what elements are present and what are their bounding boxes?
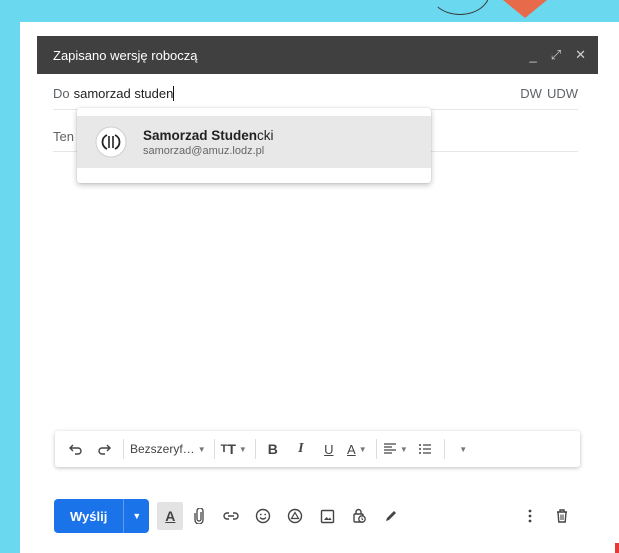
compose-titlebar: Zapisano wersję roboczą _ ⤢ ✕	[37, 36, 598, 74]
bcc-link[interactable]: UDW	[547, 86, 578, 101]
font-size-icon[interactable]: T T ▼	[221, 437, 247, 461]
send-options-chevron-icon[interactable]: ▼	[123, 499, 149, 533]
redo-icon[interactable]	[93, 437, 115, 461]
toolbar-separator	[375, 439, 377, 459]
suggestion-name: Samorzad Studencki	[143, 127, 274, 143]
recipient-input-value: samorzad studen	[73, 86, 174, 101]
contact-avatar-icon	[95, 126, 127, 158]
send-button[interactable]: Wyślij	[54, 499, 123, 533]
background-decoration	[0, 0, 619, 22]
suggestion-email: samorzad@amuz.lodz.pl	[143, 144, 265, 157]
decorative-red-mark	[615, 543, 619, 553]
font-family-select[interactable]: Bezszeryf… ▼	[130, 437, 206, 461]
autocomplete-dropdown: Samorzad Studencki samorzad@amuz.lodz.pl	[77, 108, 431, 183]
chevron-down-icon: ▼	[197, 444, 206, 454]
chevron-down-icon: ▼	[238, 444, 247, 454]
insert-link-icon[interactable]	[215, 502, 247, 530]
text-caret	[173, 86, 175, 101]
numbered-list-icon[interactable]	[414, 437, 436, 461]
compose-title: Zapisano wersję roboczą	[53, 47, 198, 63]
recipient-input[interactable]: samorzad studen	[74, 86, 521, 101]
text-color-button[interactable]: A ▼	[346, 437, 368, 461]
chevron-down-icon: ▼	[358, 444, 367, 454]
decorative-arc	[430, 0, 490, 15]
compose-window: Zapisano wersję roboczą _ ⤢ ✕ Do samorza…	[37, 36, 598, 536]
formatting-options-icon[interactable]: A	[157, 502, 184, 530]
cc-link[interactable]: DW	[520, 86, 542, 101]
emoji-icon[interactable]	[247, 502, 279, 530]
bold-button[interactable]: B	[262, 437, 284, 461]
to-label: Do	[53, 86, 70, 101]
minimize-icon[interactable]: _	[529, 48, 536, 63]
send-button-group: Wyślij ▼	[54, 499, 150, 533]
toolbar-separator	[123, 439, 124, 459]
discard-draft-trash-icon[interactable]	[546, 502, 578, 530]
compose-bottom-bar: Wyślij ▼ A	[54, 499, 578, 533]
more-formatting-icon[interactable]: ▼	[451, 437, 473, 461]
insert-photo-icon[interactable]	[311, 502, 343, 530]
drive-icon[interactable]	[279, 502, 311, 530]
chevron-down-icon: ▼	[399, 444, 408, 454]
decorative-triangle	[503, 0, 547, 18]
confidential-mode-icon[interactable]	[343, 502, 375, 530]
autocomplete-suggestion[interactable]: Samorzad Studencki samorzad@amuz.lodz.pl	[77, 116, 431, 168]
underline-button[interactable]: U	[318, 437, 340, 461]
undo-icon[interactable]	[65, 437, 87, 461]
more-options-icon[interactable]	[514, 502, 546, 530]
align-icon[interactable]: ▼	[383, 437, 408, 461]
close-icon[interactable]: ✕	[575, 47, 586, 63]
expand-icon[interactable]: ⤢	[551, 47, 561, 63]
toolbar-separator	[213, 439, 215, 459]
subject-placeholder: Ten	[53, 129, 74, 144]
toolbar-separator	[443, 439, 445, 459]
signature-pen-icon[interactable]	[375, 502, 407, 530]
italic-button[interactable]: I	[290, 437, 312, 461]
attach-file-icon[interactable]	[183, 502, 215, 530]
formatting-toolbar: Bezszeryf… ▼ T T ▼ B I U A ▼ ▼ ▼	[55, 431, 580, 467]
recipient-row: Do samorzad studen DW UDW	[53, 78, 578, 110]
toolbar-separator	[254, 439, 256, 459]
